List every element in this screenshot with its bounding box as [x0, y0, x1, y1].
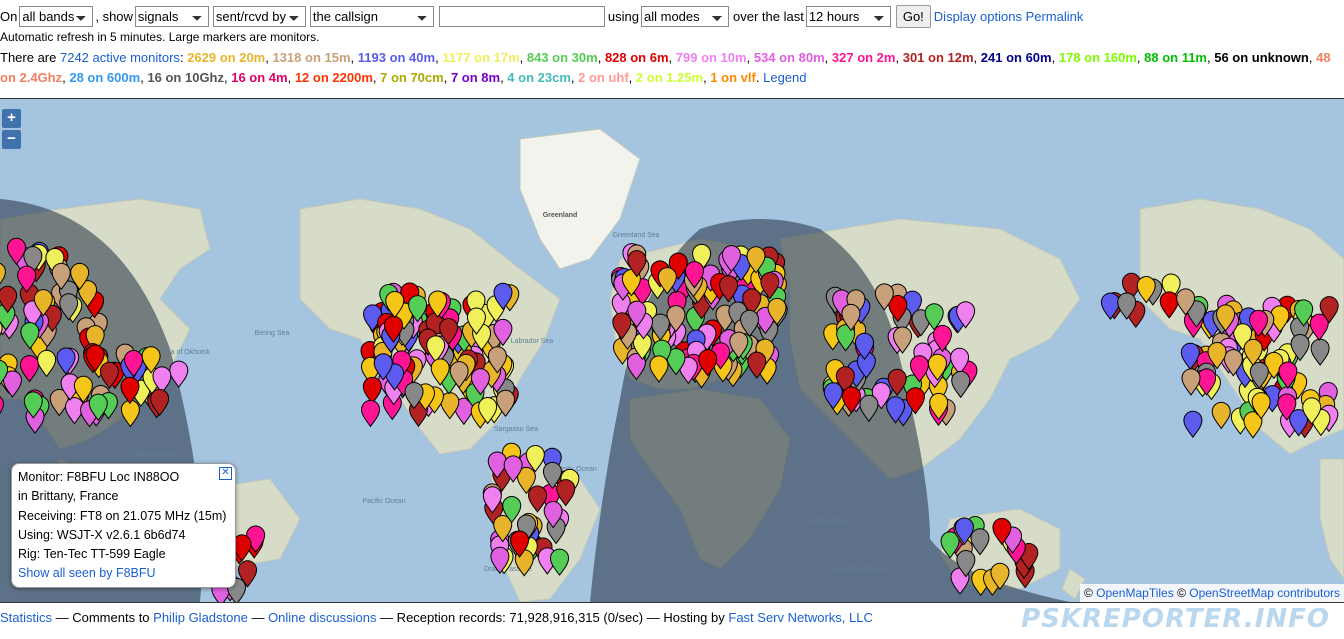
band-count: 1177 on 17m — [442, 50, 520, 65]
show-all-seen-link[interactable]: Show all seen by F8BFU — [18, 566, 156, 580]
legend-link[interactable]: Legend — [763, 70, 806, 85]
band-count: 241 on 60m — [980, 50, 1052, 65]
footer: Statistics — Comments to Philip Gladston… — [0, 610, 873, 625]
map-attribution: © OpenMapTiles © OpenStreetMap contribut… — [1079, 584, 1344, 602]
author-link[interactable]: Philip Gladstone — [153, 610, 248, 625]
online-discussions-link[interactable]: Online discussions — [268, 610, 376, 625]
map-label: Indian Ocean — [809, 518, 851, 525]
band-count: 1 on vlf — [710, 70, 756, 85]
zoom-in-button[interactable]: + — [2, 109, 21, 128]
direction-select[interactable]: sent/rcvd by — [212, 5, 306, 27]
monitor-popup: ✕ Monitor: F8BFU Loc IN88OO in Brittany,… — [11, 463, 236, 588]
map-label: Pacific Ocean — [362, 498, 405, 505]
band-count: 2 on uhf — [578, 70, 629, 85]
band-count: 828 on 6m — [604, 50, 669, 65]
copyright-symbol-2: © — [1177, 586, 1186, 600]
band-count: 16 on 4m — [231, 70, 288, 85]
target-select[interactable]: the callsign — [309, 5, 434, 27]
colon-text: : — [179, 50, 184, 65]
band-count: 301 on 12m — [902, 50, 974, 65]
band-select[interactable]: all bands — [19, 5, 94, 27]
band-count: 12 on 2200m — [294, 70, 373, 85]
band-count: 28 on 600m — [69, 70, 141, 85]
map-label: Labrador Sea — [511, 338, 554, 345]
callsign-input[interactable] — [438, 5, 605, 27]
map-label: Greenland Sea — [612, 232, 659, 239]
records-text: — Reception records: 71,928,916,315 (0/s… — [376, 610, 729, 625]
copyright-symbol: © — [1083, 586, 1093, 600]
hosting-link[interactable]: Fast Serv Networks, LLC — [728, 610, 873, 625]
query-controls: On all bands , show signals sent/rcvd by… — [0, 4, 1084, 28]
map-label: Greenland — [543, 212, 578, 219]
statistics-link[interactable]: Statistics — [0, 610, 52, 625]
band-count: 2 on 1.25m — [635, 70, 704, 85]
band-count: 16 on 10Ghz — [147, 70, 224, 85]
band-count: 534 on 80m — [753, 50, 825, 65]
popup-monitor: Monitor: F8BFU Loc IN88OO — [18, 470, 180, 484]
band-count: 843 on 30m — [526, 50, 598, 65]
active-monitors-link[interactable]: 7242 active monitors — [60, 50, 180, 65]
mode-select[interactable]: all modes — [641, 5, 729, 27]
site-logo: PSKREPORTER.INFO — [1021, 604, 1330, 634]
display-options-link[interactable]: Display options — [934, 9, 1022, 24]
on-label: On — [0, 8, 18, 24]
period-select[interactable]: 12 hours — [805, 5, 891, 27]
popup-receiving: Receiving: FT8 on 21.075 MHz (15m) — [18, 508, 227, 523]
refresh-notice: Automatic refresh in 5 minutes. Large ma… — [0, 30, 320, 44]
band-counts: 2629 on 20m, 1318 on 15m, 1193 on 40m, 1… — [0, 50, 1331, 85]
show-select[interactable]: signals — [134, 5, 209, 27]
band-count: 7 on 70cm — [380, 70, 444, 85]
map-label: Southern Ocean — [835, 566, 886, 573]
band-count: 56 on unknown — [1214, 50, 1309, 65]
map-label: Sea of Okhotsk — [162, 349, 210, 356]
monitor-prefix: There are — [0, 50, 60, 65]
band-count: 4 on 23cm — [507, 70, 571, 85]
map-label: Bering Sea — [255, 330, 290, 337]
show-label: , show — [95, 8, 133, 24]
permalink-link[interactable]: Permalink — [1026, 9, 1084, 24]
comments-text: — Comments to — [52, 610, 154, 625]
popup-using: Using: WSJT-X v2.6.1 6b6d74 — [18, 527, 186, 542]
over-label: over the last — [733, 8, 804, 24]
monitor-summary: There are 7242 active monitors: 2629 on … — [0, 48, 1340, 88]
separator: — — [247, 610, 269, 625]
go-button[interactable]: Go! — [895, 4, 931, 28]
band-count: 2629 on 20m — [187, 50, 266, 65]
osm-contributors-link[interactable]: OpenStreetMap contributors — [1189, 586, 1340, 600]
map-label: Sargasso Sea — [494, 426, 538, 433]
band-count: 178 on 160m — [1058, 50, 1137, 65]
zoom-out-button[interactable]: − — [2, 130, 21, 149]
band-count: 7 on 8m — [450, 70, 501, 85]
band-count: 799 on 10m — [675, 50, 747, 65]
popup-location: in Brittany, France — [18, 489, 119, 504]
band-count: 1318 on 15m — [272, 50, 351, 65]
close-icon[interactable]: ✕ — [219, 467, 232, 480]
band-count: 327 on 2m — [831, 50, 896, 65]
band-count: 88 on 11m — [1144, 50, 1207, 65]
popup-rig: Rig: Ten-Tec TT-599 Eagle — [18, 547, 166, 562]
map-label: Philippine Sea — [130, 451, 175, 458]
band-count: 1193 on 40m — [357, 50, 436, 65]
using-label: using — [607, 8, 639, 24]
openmaptiles-link[interactable]: OpenMapTiles — [1096, 586, 1174, 600]
